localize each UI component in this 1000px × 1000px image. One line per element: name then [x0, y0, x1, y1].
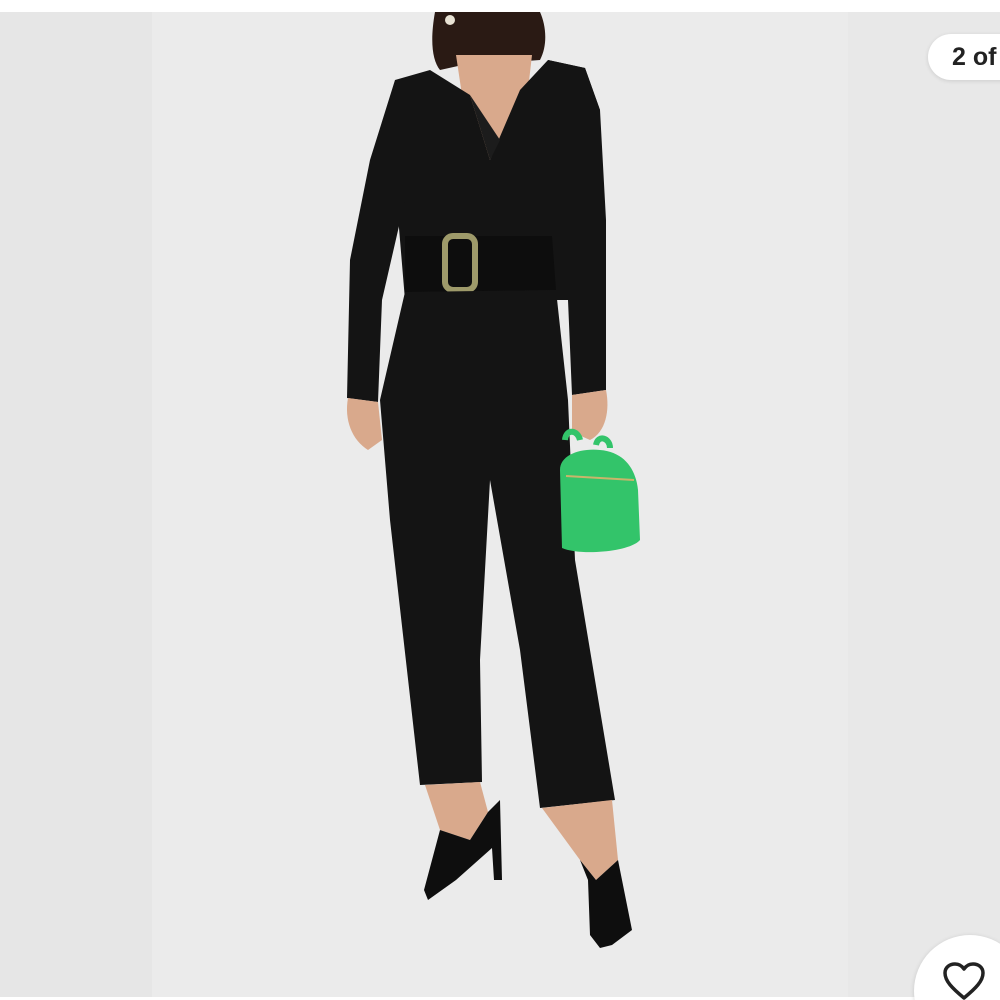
- heart-outline-icon: [943, 962, 985, 1000]
- image-viewer: 2 of: [0, 0, 1000, 1000]
- product-photo-graphic: [0, 0, 1000, 1000]
- product-photo[interactable]: [0, 0, 1000, 1000]
- image-counter: 2 of: [928, 34, 1000, 80]
